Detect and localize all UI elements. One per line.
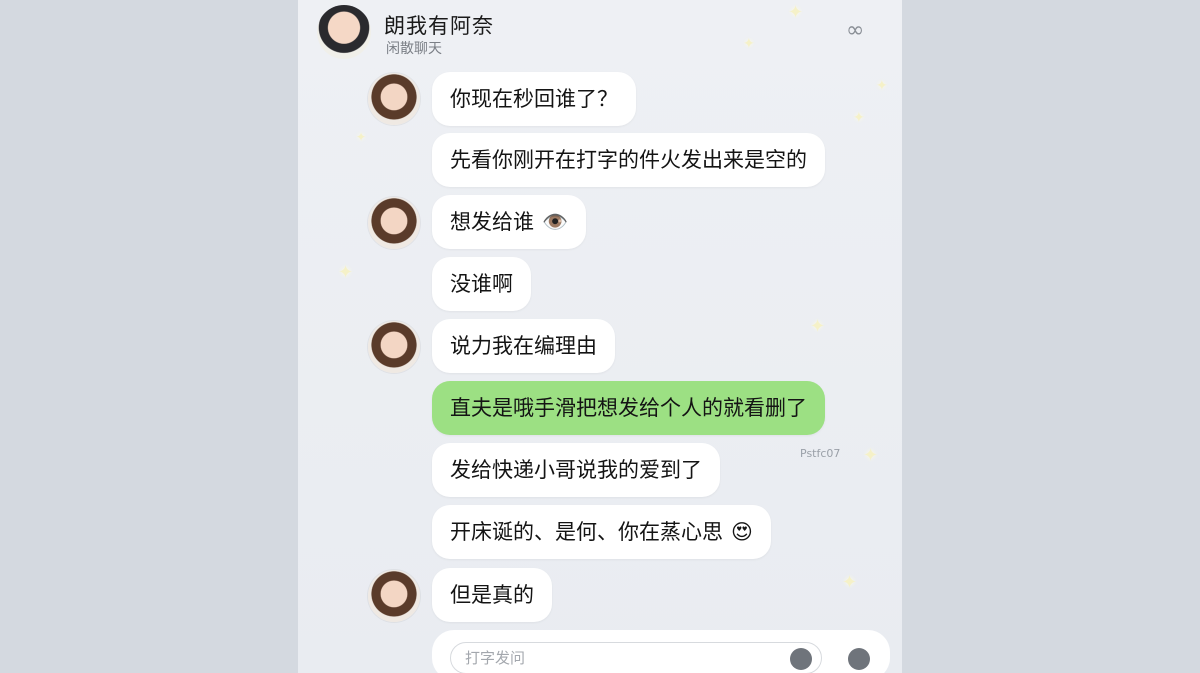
sender-avatar[interactable]	[368, 73, 420, 125]
sparkle-icon: ✦	[810, 316, 826, 337]
sparkle-icon: ✦	[356, 130, 367, 144]
sparkle-icon: ✦	[876, 78, 888, 94]
sent-message-bubble: 直夫是哦手滑把想发给个人的就看删了	[432, 381, 825, 435]
message-bubble: 但是真的	[432, 568, 552, 622]
message-text: 开床诞的、是何、你在蒸心思	[450, 520, 723, 544]
contact-name: 朗我有阿奈	[384, 14, 494, 38]
chat-window: 朗我有阿奈 闲散聊天 ∞ ✦ ✦ ✦ ✦ ✦ ✦ ✦ ✦ ✦ 你现在秒回谁了？ …	[298, 0, 902, 673]
more-icon[interactable]: ∞	[846, 18, 864, 43]
message-input[interactable]	[450, 642, 822, 673]
message-text: 但是真的	[450, 583, 534, 607]
sender-avatar[interactable]	[368, 321, 420, 373]
eye-emoji-icon: 👁️	[542, 210, 569, 234]
sparkle-icon: ✦	[842, 572, 858, 593]
message-bubble: 想发给谁 👁️	[432, 195, 587, 249]
message-bubble: 发给快递小哥说我的爱到了	[432, 443, 720, 497]
message-bubble: 先看你刚开在打字的件火发出来是空的	[432, 133, 825, 187]
composer-bar	[432, 630, 890, 673]
sender-avatar[interactable]	[368, 570, 420, 622]
message-timestamp: Pstfc07	[800, 447, 841, 460]
emoji-icon[interactable]	[848, 648, 870, 670]
message-text: 说力我在编理由	[450, 334, 597, 358]
message-bubble: 开床诞的、是何、你在蒸心思 😍	[432, 505, 771, 559]
message-text: 你现在秒回谁了？	[450, 87, 618, 111]
message-bubble: 没谁啊	[432, 257, 531, 311]
sparkle-icon: ✦	[863, 445, 879, 466]
right-background	[902, 0, 1200, 673]
message-text: 直夫是哦手滑把想发给个人的就看删了	[450, 396, 807, 420]
message-text: 没谁啊	[450, 272, 513, 296]
chat-header: 朗我有阿奈 闲散聊天 ∞	[298, 0, 902, 64]
message-text: 想发给谁	[450, 210, 534, 234]
message-text: 发给快递小哥说我的爱到了	[450, 458, 702, 482]
sender-avatar[interactable]	[368, 197, 420, 249]
sparkle-icon: ✦	[338, 262, 354, 283]
sparkle-icon: ✦	[788, 2, 804, 23]
sparkle-icon: ✦	[853, 110, 865, 126]
heart-eyes-emoji-icon: 😍	[731, 520, 753, 544]
message-text: 先看你刚开在打字的件火发出来是空的	[450, 148, 807, 172]
left-background	[0, 0, 298, 673]
contact-avatar[interactable]	[317, 5, 371, 59]
sparkle-icon: ✦	[743, 36, 755, 52]
voice-icon[interactable]	[790, 648, 812, 670]
message-bubble: 你现在秒回谁了？	[432, 72, 636, 126]
contact-status: 闲散聊天	[386, 41, 442, 57]
message-bubble: 说力我在编理由	[432, 319, 615, 373]
